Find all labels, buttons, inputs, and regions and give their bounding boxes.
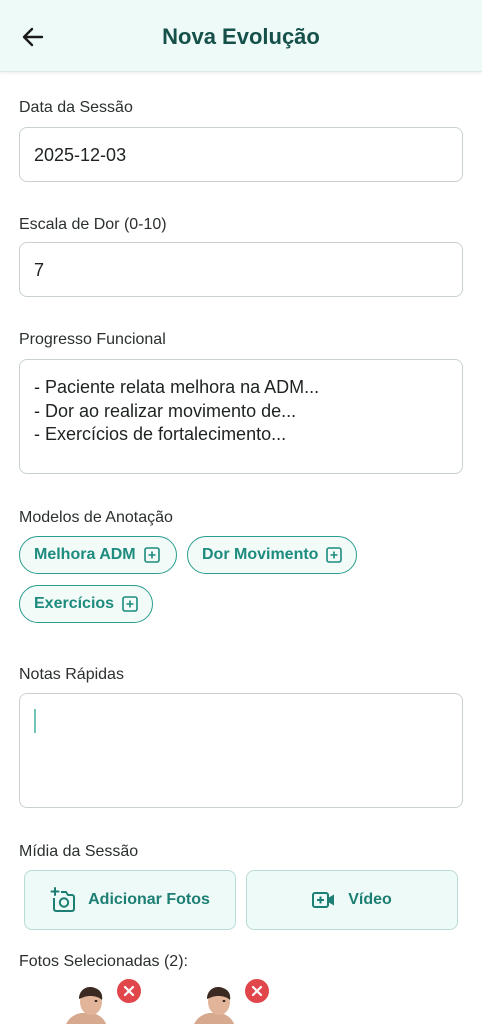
app-bar: Nova Evolução: [0, 0, 482, 72]
template-chip-dor-movimento[interactable]: Dor Movimento: [187, 536, 357, 574]
video-label: Vídeo: [348, 891, 392, 908]
functional-progress-textarea[interactable]: - Paciente relata melhora na ADM... - Do…: [19, 359, 463, 474]
remove-photo-button[interactable]: [117, 979, 141, 1003]
chip-label: Melhora ADM: [34, 546, 136, 563]
progress-line-2: - Dor ao realizar movimento de...: [34, 401, 297, 421]
photo-thumbnail[interactable]: [188, 982, 248, 1024]
pain-scale-value: 7: [34, 260, 45, 280]
add-photos-label: Adicionar Fotos: [88, 891, 210, 908]
close-icon: [123, 985, 135, 997]
progress-line-1: - Paciente relata melhora na ADM...: [34, 377, 320, 397]
quick-notes-label: Notas Rápidas: [19, 666, 124, 683]
session-date-label: Data da Sessão: [19, 99, 133, 116]
chip-label: Exercícios: [34, 595, 115, 612]
add-photo-icon: [50, 887, 76, 912]
remove-photo-button[interactable]: [245, 979, 269, 1003]
plus-box-icon: [122, 596, 138, 612]
template-chip-melhora-adm[interactable]: Melhora ADM: [19, 536, 177, 574]
pain-scale-field[interactable]: 7: [19, 242, 463, 297]
session-date-field[interactable]: 2025-12-03: [19, 127, 463, 182]
progress-line-3: - Exercícios de fortalecimento...: [34, 424, 287, 444]
media-label: Mídia da Sessão: [19, 843, 139, 860]
photo-thumbnail[interactable]: [60, 982, 120, 1024]
page-title: Nova Evolução: [162, 24, 320, 49]
template-chip-exercicios[interactable]: Exercícios: [19, 585, 153, 623]
video-button[interactable]: Vídeo: [246, 870, 458, 930]
pain-scale-label: Escala de Dor (0-10): [19, 216, 167, 233]
close-icon: [251, 985, 263, 997]
plus-box-icon: [326, 547, 343, 563]
text-cursor: [34, 709, 36, 733]
selected-photos-label: Fotos Selecionadas (2):: [19, 953, 188, 970]
functional-progress-label: Progresso Funcional: [19, 331, 166, 348]
templates-label: Modelos de Anotação: [19, 509, 173, 526]
quick-notes-textarea[interactable]: [19, 693, 463, 808]
chip-label: Dor Movimento: [202, 546, 319, 563]
session-date-value: 2025-12-03: [34, 145, 127, 165]
plus-box-icon: [143, 547, 160, 563]
add-photos-button[interactable]: Adicionar Fotos: [24, 870, 236, 930]
add-video-icon: [312, 892, 335, 908]
